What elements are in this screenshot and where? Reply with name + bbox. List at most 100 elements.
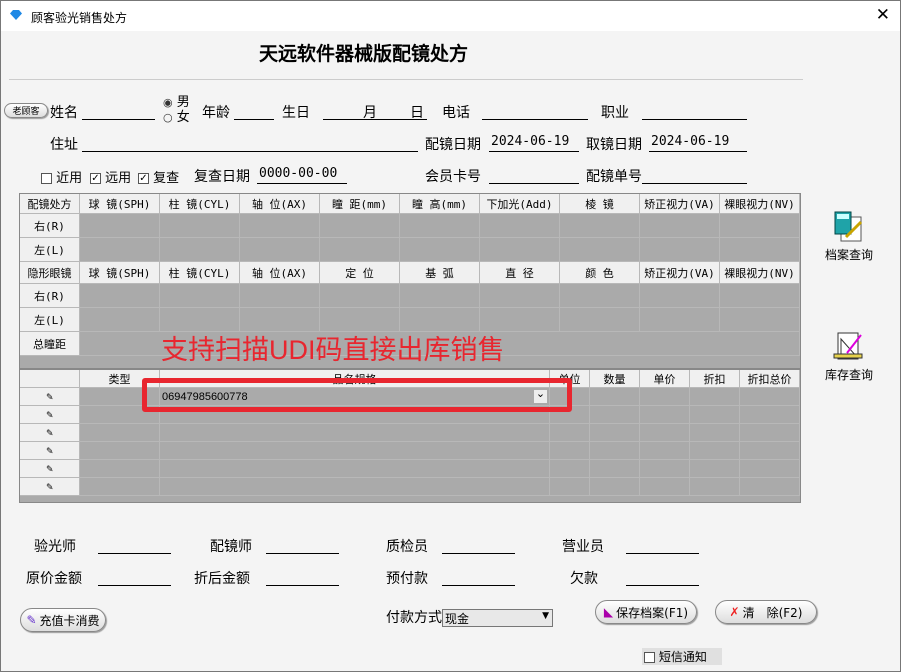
item-cell[interactable] <box>160 478 550 496</box>
radio-male[interactable]: ◉ 男 <box>163 95 190 110</box>
item-cell[interactable] <box>640 388 690 406</box>
order-no-field[interactable] <box>642 166 747 184</box>
grid-cell[interactable] <box>160 214 240 238</box>
grid-cell[interactable] <box>480 214 560 238</box>
grid-cell[interactable] <box>400 284 480 308</box>
sales-field[interactable] <box>626 536 699 554</box>
item-cell[interactable] <box>80 478 160 496</box>
sms-notify-checkbox[interactable]: 短信通知 <box>642 648 722 665</box>
item-cell[interactable] <box>80 460 160 478</box>
grid-cell[interactable] <box>640 284 720 308</box>
fit-date-field[interactable]: 2024-06-19 <box>489 134 579 152</box>
optometrist-field[interactable] <box>98 536 171 554</box>
recheck-checkbox[interactable]: ✓ 复查 <box>138 167 179 186</box>
item-cell[interactable] <box>690 460 740 478</box>
discount-amount-field[interactable] <box>266 568 339 586</box>
old-customer-button[interactable]: 老顾客 <box>4 103 48 118</box>
name-field[interactable] <box>82 102 155 120</box>
item-cell[interactable] <box>640 460 690 478</box>
item-cell[interactable] <box>590 478 640 496</box>
item-cell[interactable] <box>690 424 740 442</box>
item-cell[interactable] <box>550 442 590 460</box>
job-field[interactable] <box>642 102 747 120</box>
near-checkbox[interactable]: 近用 <box>41 167 82 186</box>
grid-cell[interactable] <box>720 308 800 332</box>
item-cell[interactable] <box>740 424 800 442</box>
stock-query-button[interactable]: 库存查询 <box>824 331 874 383</box>
grid-cell[interactable] <box>480 238 560 262</box>
grid-cell[interactable] <box>80 284 160 308</box>
grid-cell[interactable] <box>720 284 800 308</box>
item-cell[interactable] <box>740 460 800 478</box>
pickup-date-field[interactable]: 2024-06-19 <box>649 134 747 152</box>
grid-cell[interactable] <box>640 238 720 262</box>
grid-cell[interactable] <box>480 284 560 308</box>
grid-cell[interactable] <box>560 308 640 332</box>
prepaid-field[interactable] <box>442 568 515 586</box>
radio-female[interactable]: ○ 女 <box>163 110 190 125</box>
grid-cell[interactable] <box>160 284 240 308</box>
card-consume-button[interactable]: ✎ 充值卡消费 <box>20 608 106 632</box>
item-cell[interactable] <box>550 460 590 478</box>
item-cell[interactable] <box>640 424 690 442</box>
item-cell[interactable] <box>740 442 800 460</box>
grid-cell[interactable] <box>240 214 320 238</box>
address-field[interactable] <box>82 134 418 152</box>
phone-field[interactable] <box>482 102 588 120</box>
owed-field[interactable] <box>626 568 699 586</box>
item-cell[interactable] <box>640 442 690 460</box>
grid-cell[interactable] <box>80 214 160 238</box>
inspector-field[interactable] <box>442 536 515 554</box>
clear-button[interactable]: ✗ 清 除(F2) <box>715 600 817 624</box>
item-cell[interactable] <box>550 478 590 496</box>
item-cell[interactable] <box>160 460 550 478</box>
close-button[interactable]: ✕ <box>876 5 890 25</box>
grid-cell[interactable] <box>320 214 400 238</box>
gender-radio-group[interactable]: ◉ 男 ○ 女 <box>163 95 190 125</box>
item-cell[interactable] <box>160 424 550 442</box>
grid-cell[interactable] <box>720 238 800 262</box>
item-cell[interactable] <box>590 460 640 478</box>
save-record-button[interactable]: ◣ 保存档案(F1) <box>595 600 697 624</box>
grid-cell[interactable] <box>720 214 800 238</box>
fitter-field[interactable] <box>266 536 339 554</box>
grid-cell[interactable] <box>640 214 720 238</box>
item-cell[interactable] <box>550 424 590 442</box>
grid-cell[interactable] <box>240 238 320 262</box>
grid-cell[interactable] <box>400 238 480 262</box>
item-cell[interactable] <box>80 442 160 460</box>
item-cell[interactable] <box>690 478 740 496</box>
grid-cell[interactable] <box>640 308 720 332</box>
item-cell[interactable] <box>740 478 800 496</box>
recheck-date-field[interactable]: 0000-00-00 <box>257 166 347 184</box>
grid-cell[interactable] <box>160 238 240 262</box>
item-cell[interactable] <box>590 388 640 406</box>
far-checkbox[interactable]: ✓ 远用 <box>90 167 131 186</box>
item-cell[interactable] <box>740 388 800 406</box>
grid-cell[interactable] <box>560 238 640 262</box>
grid-cell[interactable] <box>240 284 320 308</box>
grid-cell[interactable] <box>560 214 640 238</box>
grid-cell[interactable] <box>80 238 160 262</box>
item-cell[interactable] <box>690 406 740 424</box>
payment-method-select[interactable]: 现金 ▼ <box>442 609 553 627</box>
grid-cell[interactable] <box>400 214 480 238</box>
age-field[interactable] <box>234 102 274 120</box>
item-cell[interactable] <box>590 406 640 424</box>
item-cell[interactable] <box>740 406 800 424</box>
item-cell[interactable] <box>640 406 690 424</box>
item-cell[interactable] <box>690 442 740 460</box>
grid-cell[interactable] <box>320 284 400 308</box>
item-cell[interactable] <box>690 388 740 406</box>
item-cell[interactable] <box>160 442 550 460</box>
item-cell[interactable] <box>640 478 690 496</box>
item-cell[interactable] <box>590 424 640 442</box>
grid-cell[interactable] <box>560 284 640 308</box>
records-query-button[interactable]: 档案查询 <box>824 211 874 263</box>
grid-cell[interactable] <box>320 238 400 262</box>
member-card-field[interactable] <box>489 166 579 184</box>
grid-cell[interactable] <box>80 308 160 332</box>
item-cell[interactable] <box>590 442 640 460</box>
item-cell[interactable] <box>80 424 160 442</box>
original-amount-field[interactable] <box>98 568 171 586</box>
